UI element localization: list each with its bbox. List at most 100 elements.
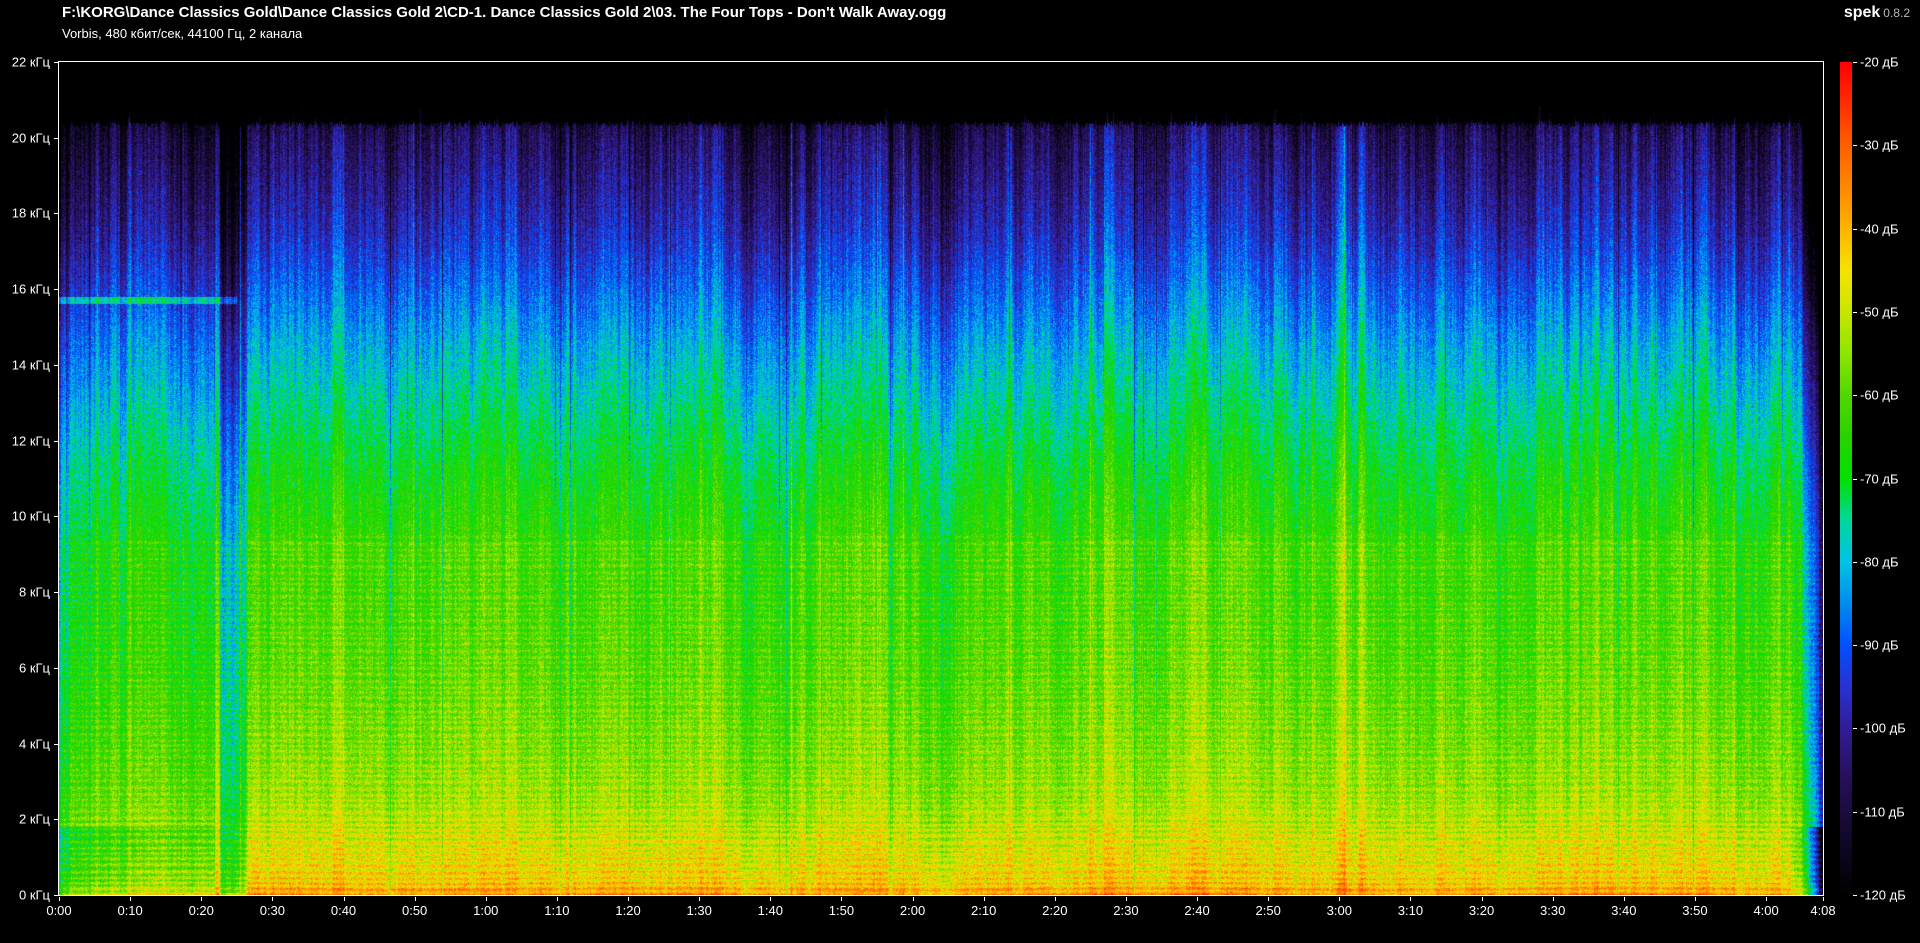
time-tick-label: 0:10 — [117, 903, 143, 918]
time-tick — [1766, 897, 1768, 901]
time-tick-label: 2:00 — [899, 903, 926, 918]
freq-tick — [54, 819, 58, 821]
time-tick-label: 3:30 — [1540, 903, 1566, 918]
time-tick — [59, 897, 60, 901]
time-tick — [1623, 897, 1625, 901]
spek-window: F:\KORG\Dance Classics Gold\Dance Classi… — [0, 0, 1920, 943]
time-tick — [1481, 897, 1483, 901]
time-tick — [272, 897, 274, 901]
db-tick-label: -40 дБ — [1860, 221, 1899, 237]
freq-tick-label: 6 кГц — [18, 660, 50, 676]
freq-tick-label: 14 кГц — [11, 357, 50, 373]
time-tick-label: 1:10 — [544, 903, 570, 918]
file-path-title: F:\KORG\Dance Classics Gold\Dance Classi… — [62, 4, 947, 21]
db-tick — [1853, 895, 1857, 896]
time-tick-label: 3:20 — [1468, 903, 1495, 918]
time-tick — [1268, 897, 1270, 901]
time-tick — [201, 897, 203, 901]
db-tick — [1853, 145, 1857, 147]
time-tick-label: 2:50 — [1255, 903, 1281, 918]
time-tick-label: 3:10 — [1397, 903, 1424, 918]
time-tick-label: 3:50 — [1682, 903, 1708, 918]
time-tick-label: 2:20 — [1042, 903, 1068, 918]
freq-tick — [54, 137, 58, 139]
db-tick — [1853, 311, 1857, 313]
app-name: spek — [1843, 4, 1881, 21]
time-tick — [1054, 897, 1056, 901]
time-tick — [983, 897, 985, 901]
db-tick-label: -120 дБ — [1860, 887, 1906, 903]
time-tick — [556, 897, 558, 901]
freq-tick-label: 0 кГц — [18, 887, 50, 903]
db-tick — [1853, 645, 1857, 647]
db-tick — [1853, 728, 1857, 730]
freq-tick — [54, 289, 58, 291]
stream-info: Vorbis, 480 кбит/сек, 44100 Гц, 2 канала — [62, 26, 303, 41]
time-tick — [130, 897, 132, 901]
time-tick-label: 1:20 — [615, 903, 641, 918]
time-tick-label: 0:30 — [259, 903, 286, 918]
time-tick-label: 1:00 — [473, 903, 499, 918]
db-tick-label: -70 дБ — [1860, 471, 1899, 486]
freq-tick-label: 20 кГц — [11, 130, 50, 146]
time-tick — [414, 897, 416, 901]
time-tick — [841, 897, 843, 901]
spectrogram-canvas — [59, 62, 1823, 895]
freq-tick-label: 22 кГц — [11, 54, 50, 70]
time-tick — [912, 897, 914, 901]
time-tick-label: 2:10 — [971, 903, 997, 918]
db-tick — [1853, 811, 1857, 813]
time-tick — [1552, 897, 1554, 901]
freq-tick-label: 4 кГц — [18, 736, 50, 752]
time-tick-label: 0:20 — [188, 903, 214, 918]
freq-tick-label: 2 кГц — [18, 811, 50, 827]
time-tick-label: 1:50 — [828, 903, 855, 918]
db-tick-label: -110 дБ — [1860, 804, 1905, 820]
freq-tick — [54, 895, 58, 896]
freq-tick — [54, 743, 58, 745]
freq-tick — [54, 62, 58, 63]
time-tick — [1410, 897, 1412, 901]
freq-tick — [54, 592, 58, 594]
freq-tick-label: 12 кГц — [11, 433, 50, 449]
time-tick — [770, 897, 772, 901]
time-tick — [485, 897, 487, 901]
freq-tick-label: 16 кГц — [11, 281, 50, 297]
time-tick — [699, 897, 701, 901]
db-legend-gradient — [1840, 62, 1852, 895]
time-tick — [1339, 897, 1341, 901]
freq-tick — [54, 440, 58, 442]
freq-tick — [54, 667, 58, 669]
freq-tick-label: 18 кГц — [11, 205, 50, 221]
freq-tick — [54, 516, 58, 518]
freq-tick — [54, 364, 58, 366]
time-tick-label: 4:00 — [1753, 903, 1779, 918]
time-tick-label: 2:40 — [1184, 903, 1210, 918]
db-tick-label: -90 дБ — [1860, 637, 1899, 653]
time-tick-label: 3:00 — [1326, 903, 1352, 918]
db-tick-label: -100 дБ — [1860, 720, 1906, 736]
freq-tick-label: 8 кГц — [18, 584, 50, 600]
db-tick — [1853, 395, 1857, 397]
time-tick — [628, 897, 630, 901]
db-tick-label: -50 дБ — [1860, 304, 1899, 320]
db-tick — [1853, 228, 1857, 230]
time-tick-label: 0:40 — [330, 903, 357, 918]
freq-tick — [54, 213, 58, 215]
time-tick — [1694, 897, 1696, 901]
time-tick-label: 3:40 — [1611, 903, 1637, 918]
time-tick-label: 4:08 — [1810, 903, 1836, 918]
app-version-badge: spek 0.8.2 — [1844, 4, 1910, 22]
time-tick — [1823, 897, 1824, 901]
time-tick — [343, 897, 345, 901]
time-tick-label: 1:40 — [757, 903, 783, 918]
time-tick-label: 1:30 — [686, 903, 712, 918]
db-tick — [1853, 561, 1857, 563]
db-tick-label: -80 дБ — [1860, 554, 1899, 570]
time-tick — [1197, 897, 1199, 901]
db-tick — [1853, 62, 1857, 63]
time-tick-label: 0:00 — [46, 903, 72, 918]
db-tick — [1853, 478, 1857, 480]
time-tick-label: 0:50 — [401, 903, 428, 918]
time-tick-label: 2:30 — [1113, 903, 1139, 918]
